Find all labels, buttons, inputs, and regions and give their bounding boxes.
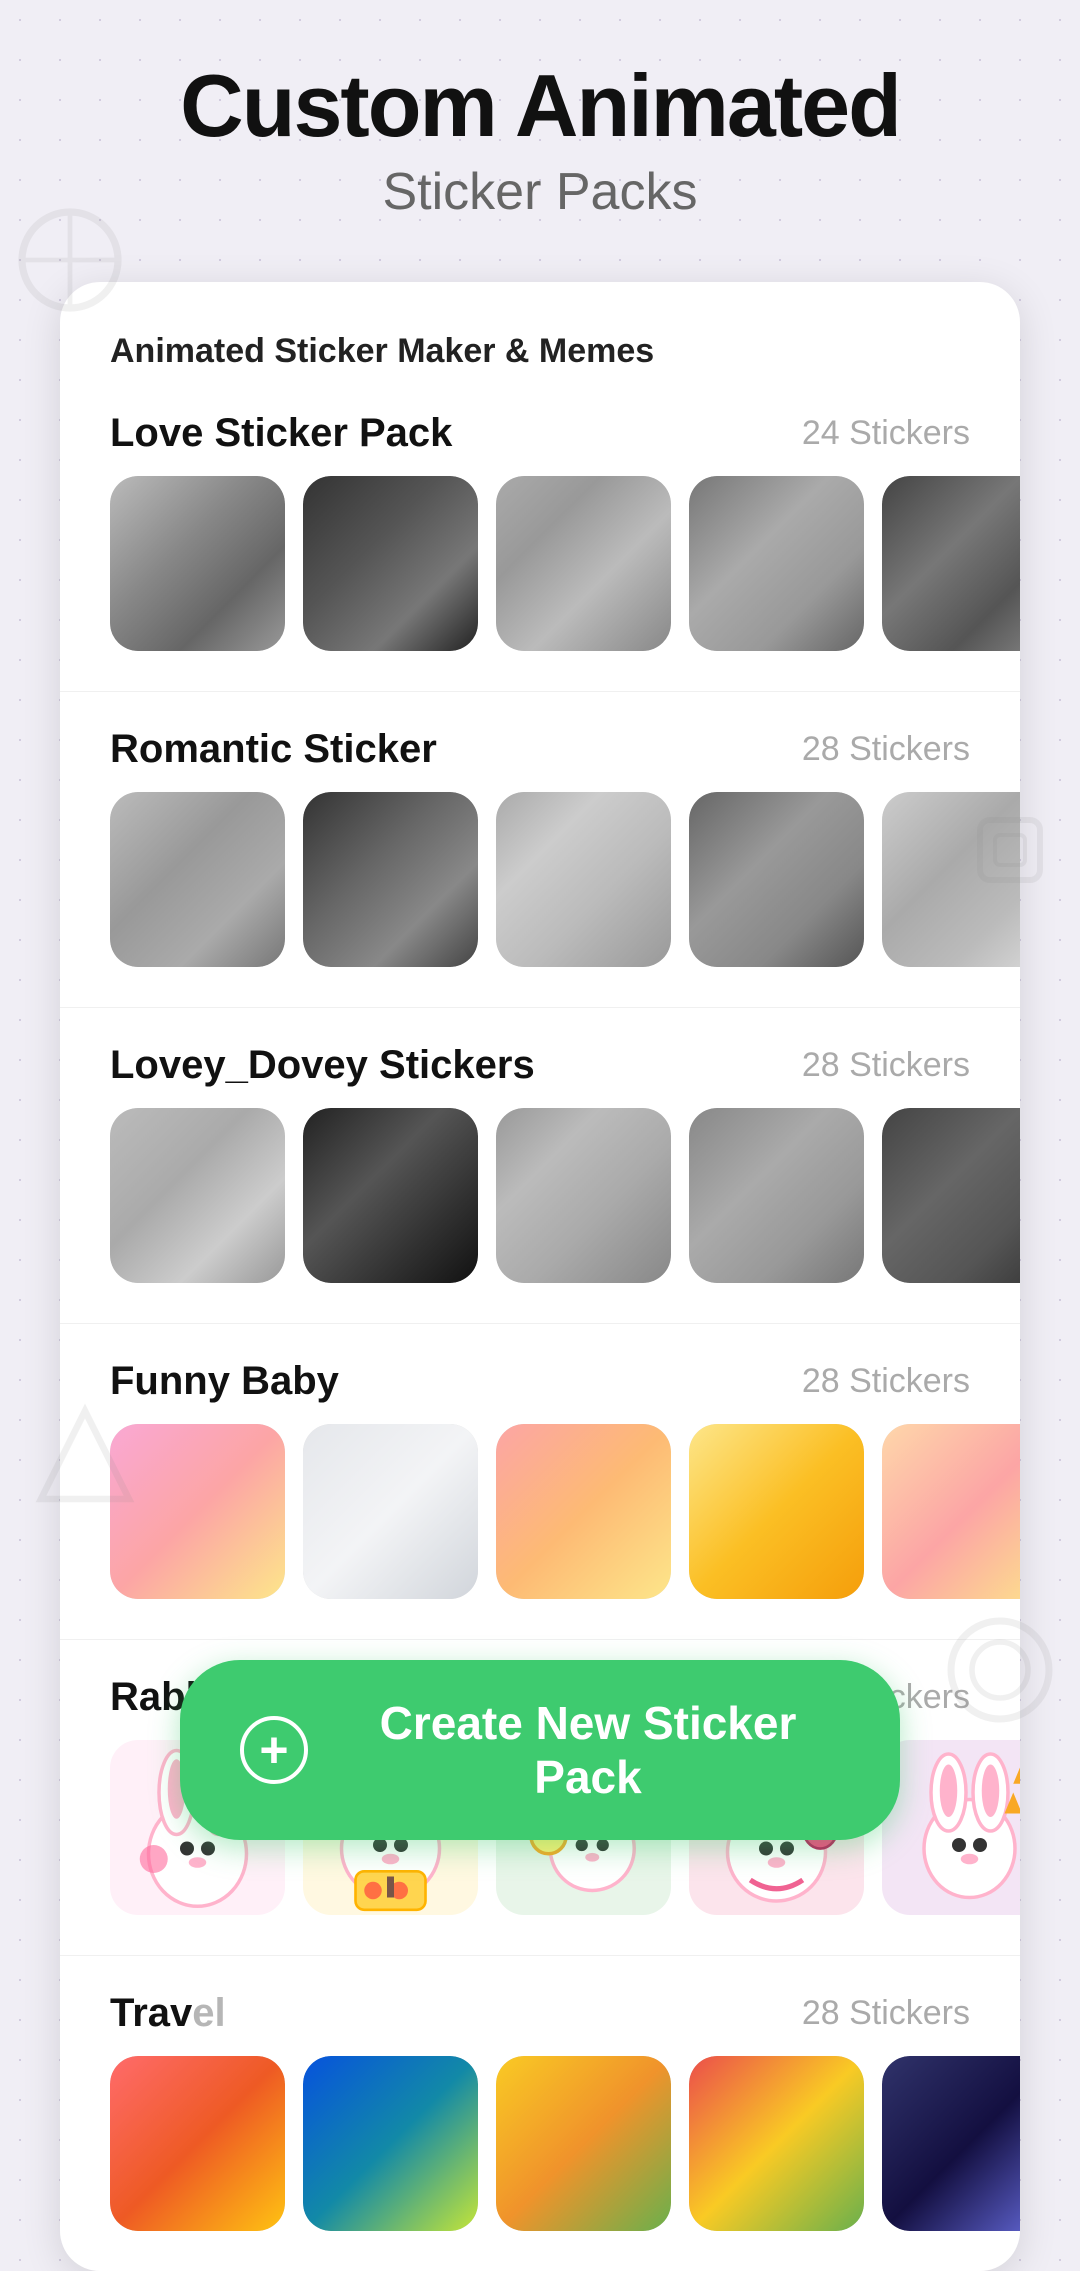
page-header: Custom Animated Sticker Packs <box>0 0 1080 252</box>
pack-count-loveydovey: 28 Stickers <box>802 1046 970 1085</box>
sticker-thumb[interactable] <box>882 1740 1020 1915</box>
sticker-thumb[interactable] <box>110 1424 285 1599</box>
pack-header-loveydovey: Lovey_Dovey Stickers 28 Stickers <box>60 1043 1020 1108</box>
pack-section-funnybaby[interactable]: Funny Baby 28 Stickers <box>60 1323 1020 1639</box>
pack-name-travel: Travel <box>110 1991 226 2036</box>
sticker-thumb[interactable] <box>110 2056 285 2231</box>
sticker-thumb[interactable] <box>689 2056 864 2231</box>
sticker-thumb[interactable] <box>303 476 478 651</box>
sticker-thumb[interactable] <box>496 476 671 651</box>
sticker-thumb[interactable] <box>882 2056 1020 2231</box>
pack-section-romantic[interactable]: Romantic Sticker 28 Stickers <box>60 691 1020 1007</box>
pack-header-travel: Travel 28 Stickers <box>60 1991 1020 2056</box>
sticker-row-romantic <box>60 792 1020 967</box>
pack-name-funnybaby: Funny Baby <box>110 1359 339 1404</box>
sticker-thumb[interactable] <box>689 1424 864 1599</box>
pack-header-funnybaby: Funny Baby 28 Stickers <box>60 1359 1020 1424</box>
sticker-thumb[interactable] <box>303 792 478 967</box>
pack-header-love: Love Sticker Pack 24 Stickers <box>60 411 1020 476</box>
pack-section-love[interactable]: Love Sticker Pack 24 Stickers <box>60 411 1020 691</box>
sticker-thumb[interactable] <box>110 476 285 651</box>
pack-count-romantic: 28 Stickers <box>802 730 970 769</box>
sticker-thumb[interactable] <box>882 792 1020 967</box>
pack-count-funnybaby: 28 Stickers <box>802 1362 970 1401</box>
sticker-thumb[interactable] <box>882 1108 1020 1283</box>
sticker-thumb[interactable] <box>496 2056 671 2231</box>
pack-name-loveydovey: Lovey_Dovey Stickers <box>110 1043 535 1088</box>
sticker-thumb[interactable] <box>303 1108 478 1283</box>
page-title-sub: Sticker Packs <box>40 162 1040 222</box>
create-button-label: Create New Sticker Pack <box>336 1696 840 1804</box>
sticker-row-funnybaby <box>60 1424 1020 1599</box>
plus-icon: + <box>240 1716 308 1784</box>
sticker-thumb[interactable] <box>882 1424 1020 1599</box>
sticker-thumb[interactable] <box>496 792 671 967</box>
page-title-main: Custom Animated <box>40 60 1040 152</box>
sticker-thumb[interactable] <box>882 476 1020 651</box>
sticker-row-loveydovey <box>60 1108 1020 1283</box>
sticker-thumb[interactable] <box>689 476 864 651</box>
sticker-thumb[interactable] <box>110 792 285 967</box>
sticker-thumb[interactable] <box>110 1108 285 1283</box>
pack-section-loveydovey[interactable]: Lovey_Dovey Stickers 28 Stickers <box>60 1007 1020 1323</box>
app-name: Animated Sticker Maker & Memes <box>60 332 1020 411</box>
pack-header-romantic: Romantic Sticker 28 Stickers <box>60 727 1020 792</box>
sticker-thumb[interactable] <box>689 1108 864 1283</box>
pack-name-love: Love Sticker Pack <box>110 411 452 456</box>
sticker-thumb[interactable] <box>496 1108 671 1283</box>
sticker-thumb[interactable] <box>303 1424 478 1599</box>
pack-section-travel[interactable]: Travel 28 Stickers <box>60 1955 1020 2271</box>
sticker-thumb[interactable] <box>303 2056 478 2231</box>
sticker-thumb[interactable] <box>496 1424 671 1599</box>
sticker-row-love <box>60 476 1020 651</box>
pack-count-love: 24 Stickers <box>802 414 970 453</box>
pack-count-travel: 28 Stickers <box>802 1994 970 2033</box>
create-new-sticker-pack-button[interactable]: + Create New Sticker Pack <box>180 1660 900 1840</box>
app-card: Animated Sticker Maker & Memes Love Stic… <box>60 282 1020 2271</box>
sticker-row-travel <box>60 2056 1020 2231</box>
sticker-thumb[interactable] <box>689 792 864 967</box>
pack-name-romantic: Romantic Sticker <box>110 727 437 772</box>
create-button-wrapper: + Create New Sticker Pack <box>180 1660 900 1840</box>
